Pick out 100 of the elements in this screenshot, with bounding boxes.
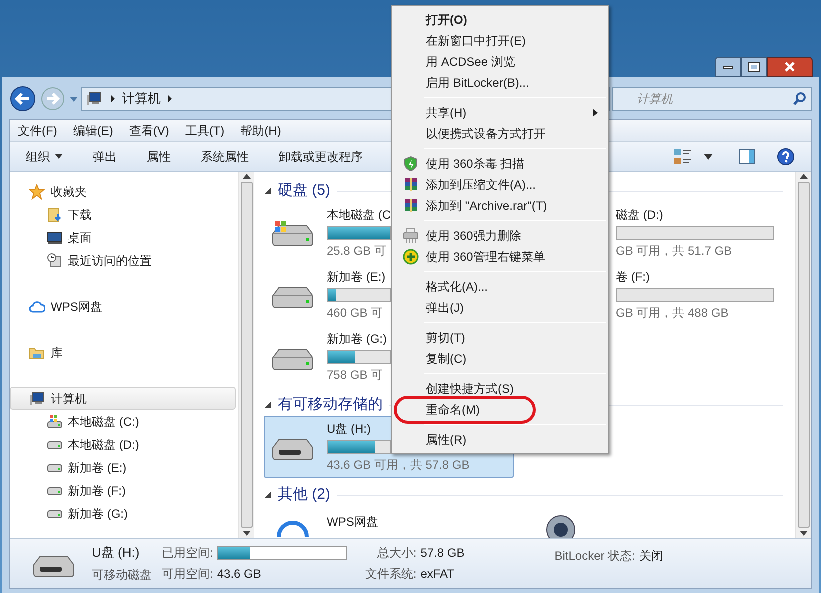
detail-label: 已用空间: xyxy=(162,545,214,562)
toolbar-button[interactable]: 卸载或更改程序 xyxy=(279,148,363,166)
menu-item[interactable]: 以便携式设备方式打开 xyxy=(392,123,608,144)
menu-item[interactable]: 添加到 "Archive.rar"(T) xyxy=(392,195,608,216)
nav-item[interactable]: WPS网盘 xyxy=(10,295,236,318)
nav-item[interactable]: 本地磁盘 (D:) xyxy=(10,433,238,456)
drive-free-space: 758 GB 可 xyxy=(327,367,384,384)
menu-item[interactable]: 帮助(H) xyxy=(240,122,282,140)
folder-icon xyxy=(47,206,63,222)
scrollbar-thumb[interactable] xyxy=(240,182,252,528)
books-icon xyxy=(403,198,419,214)
item-type: 可移动磁盘 xyxy=(92,566,152,584)
menu-item[interactable]: 打开(O) xyxy=(392,9,608,30)
detail-value: 关闭 xyxy=(639,548,664,565)
menu-item[interactable]: 复制(C) xyxy=(392,348,608,369)
detail-label: 文件系统: xyxy=(365,566,417,583)
collapse-icon[interactable] xyxy=(264,401,272,409)
chevron-icon xyxy=(167,95,173,103)
detail-value: 57.8 GB xyxy=(420,545,465,562)
menu-item[interactable]: 查看(V) xyxy=(129,122,170,140)
search-icon[interactable] xyxy=(793,92,807,106)
down-arrow-icon[interactable] xyxy=(800,531,808,536)
computer-icon xyxy=(29,390,45,406)
scrollbar-thumb[interactable] xyxy=(798,182,810,528)
books-icon xyxy=(403,176,419,192)
nav-item[interactable]: 库 xyxy=(10,341,236,364)
menu-item[interactable]: 创建快捷方式(S) xyxy=(392,378,608,399)
toolbar-button[interactable]: 弹出 xyxy=(93,148,117,166)
menu-item[interactable]: 工具(T) xyxy=(185,122,225,140)
menu-item[interactable]: 使用 360杀毒 扫描 xyxy=(392,153,608,174)
menu-item[interactable]: 使用 360强力删除 xyxy=(392,225,608,246)
nav-item[interactable]: 新加卷 (G:) xyxy=(10,502,238,525)
shield-icon xyxy=(403,156,419,172)
nav-item[interactable]: 新加卷 (E:) xyxy=(10,456,238,479)
drive-free-space: GB 可用，共 51.7 GB xyxy=(616,243,732,260)
up-arrow-icon[interactable] xyxy=(242,174,250,179)
nav-item[interactable]: 新加卷 (F:) xyxy=(10,479,238,502)
detail-label: BitLocker 状态: xyxy=(554,548,636,565)
view-icon[interactable] xyxy=(674,148,692,164)
drive-name: 新加卷 (G:) xyxy=(327,331,387,348)
section-header[interactable]: 其他 (2) xyxy=(278,484,330,506)
shredder-icon xyxy=(403,228,419,244)
menu-item[interactable]: 添加到压缩文件(A)... xyxy=(392,174,608,195)
drive-free-space: 460 GB 可 xyxy=(327,305,384,322)
toolbar-button[interactable]: 属性 xyxy=(147,148,171,166)
help-icon[interactable] xyxy=(777,148,795,166)
drive-name: 新加卷 (E:) xyxy=(327,269,386,286)
down-arrow-icon[interactable] xyxy=(242,531,250,536)
toolbar-button[interactable]: 组织 xyxy=(26,148,63,166)
nav-item[interactable]: 计算机 xyxy=(10,387,236,410)
maximize-icon xyxy=(749,63,759,71)
maximize-button[interactable] xyxy=(741,57,767,77)
nav-item[interactable]: 本地磁盘 (C:) xyxy=(10,410,238,433)
drive-free-space: 25.8 GB 可 xyxy=(327,243,386,260)
up-arrow-icon[interactable] xyxy=(800,174,808,179)
drive-tile[interactable]: WPS网盘 xyxy=(264,506,514,538)
collapse-icon[interactable] xyxy=(264,187,272,195)
drive-name: 磁盘 (D:) xyxy=(616,207,664,224)
drive-name: WPS网盘 xyxy=(327,514,378,531)
breadcrumb[interactable]: 计算机 xyxy=(122,89,161,109)
menu-item[interactable]: 弹出(J) xyxy=(392,297,608,318)
clock-icon xyxy=(47,252,63,268)
detail-value: exFAT xyxy=(420,566,456,583)
drive-name: 卷 (F:) xyxy=(616,269,650,286)
drive-name: 本地磁盘 (C xyxy=(327,207,391,224)
drive-free-space: 43.6 GB 可用，共 57.8 GB xyxy=(327,457,470,474)
minimize-icon xyxy=(723,66,733,68)
collapse-icon[interactable] xyxy=(264,491,272,499)
menu-item[interactable]: 文件(F) xyxy=(18,122,58,140)
nav-item[interactable]: 桌面 xyxy=(10,226,238,249)
nav-item[interactable]: 下载 xyxy=(10,203,238,226)
detail-label: 可用空间: xyxy=(162,566,214,583)
dropdown-icon[interactable] xyxy=(69,95,79,103)
scrollbar[interactable] xyxy=(238,172,254,538)
menu-item[interactable]: 编辑(E) xyxy=(73,122,114,140)
minimize-button[interactable] xyxy=(715,57,741,77)
menu-item[interactable]: 剪切(T) xyxy=(392,327,608,348)
detail-label: 总大小: xyxy=(376,545,417,562)
drive-free-space: GB 可用，共 488 GB xyxy=(616,305,729,322)
pane-icon[interactable] xyxy=(739,149,755,164)
toolbar-button[interactable]: 系统属性 xyxy=(201,148,249,166)
close-button[interactable] xyxy=(767,57,813,77)
caret-icon[interactable] xyxy=(704,154,713,160)
placeholder: 计算机 xyxy=(637,91,673,108)
nav-item[interactable]: 最近访问的位置 xyxy=(10,249,238,272)
computer-icon xyxy=(86,91,104,107)
nav-item[interactable]: 收藏夹 xyxy=(10,180,236,203)
section-header[interactable]: 硬盘 (5) xyxy=(278,180,330,202)
star-icon xyxy=(29,184,45,200)
menu-item[interactable]: 使用 360管理右键菜单 xyxy=(392,246,608,267)
menu-item[interactable]: 用 ACDSee 浏览 xyxy=(392,51,608,72)
menu-item[interactable]: 格式化(A)... xyxy=(392,276,608,297)
menu-item[interactable]: 在新窗口中打开(E) xyxy=(392,30,608,51)
item-name: U盘 (H:) xyxy=(92,544,141,562)
scrollbar[interactable] xyxy=(795,172,811,538)
close-icon xyxy=(784,62,796,72)
drive-name: U盘 (H:) xyxy=(327,421,371,438)
detail-value: 43.6 GB xyxy=(217,566,262,583)
section-header[interactable]: 有可移动存储的 xyxy=(278,394,383,416)
drive-icon xyxy=(47,414,63,430)
